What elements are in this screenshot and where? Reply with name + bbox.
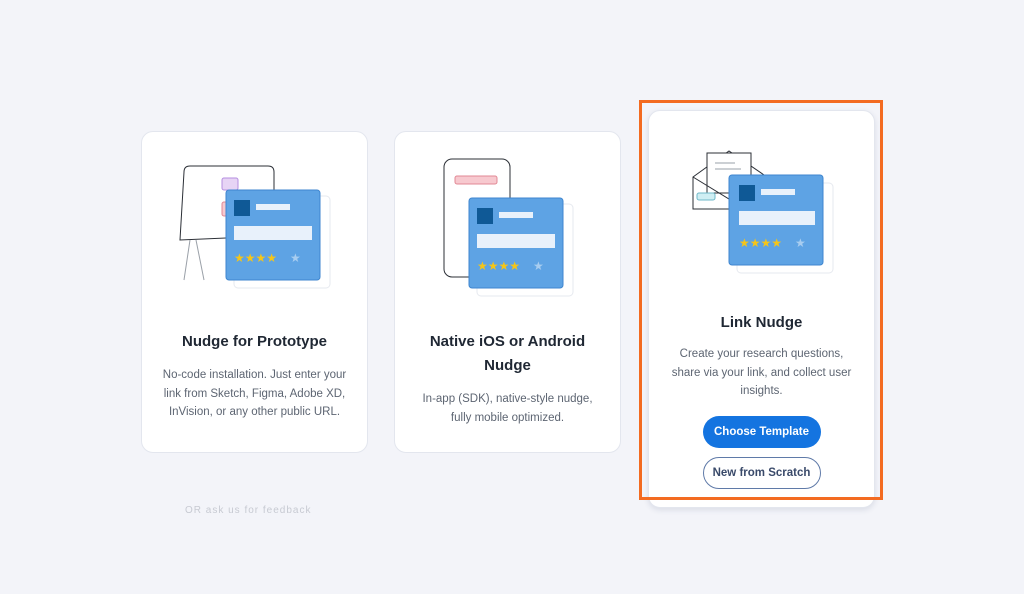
card-title: Native iOS or Android Nudge (429, 333, 586, 374)
card-link-nudge[interactable]: ★★★★ ★ Link Nudge Create your research q… (648, 110, 875, 508)
card-description: In-app (SDK), native-style nudge, fully … (422, 393, 593, 424)
faded-footer-text: OR ask us for feedback (185, 505, 312, 514)
svg-text:★★★★: ★★★★ (477, 259, 520, 273)
card-description: Create your research questions, share vi… (671, 348, 852, 397)
svg-text:★★★★: ★★★★ (739, 236, 782, 250)
svg-text:★: ★ (290, 251, 301, 265)
card-title: Link Nudge (720, 314, 803, 331)
envelope-illustration-icon: ★★★★ ★ (692, 150, 834, 274)
card-native-ios-android-nudge[interactable]: ★★★★ ★ Native iOS or Android Nudge In-ap… (394, 131, 621, 453)
svg-text:★: ★ (533, 259, 544, 273)
svg-text:★: ★ (795, 236, 806, 250)
choose-template-button[interactable]: Choose Template (702, 416, 821, 448)
new-from-scratch-button[interactable]: New from Scratch (702, 457, 821, 489)
mobile-illustration-icon: ★★★★ ★ (443, 158, 574, 297)
svg-text:★★★★: ★★★★ (234, 251, 277, 265)
card-title: Nudge for Prototype (182, 333, 327, 350)
prototype-illustration-icon: ★★★★ ★ (179, 165, 331, 289)
card-nudge-for-prototype[interactable]: ★★★★ ★ Nudge for Prototype No-code insta… (141, 131, 368, 453)
card-description: No-code installation. Just enter your li… (162, 369, 347, 418)
